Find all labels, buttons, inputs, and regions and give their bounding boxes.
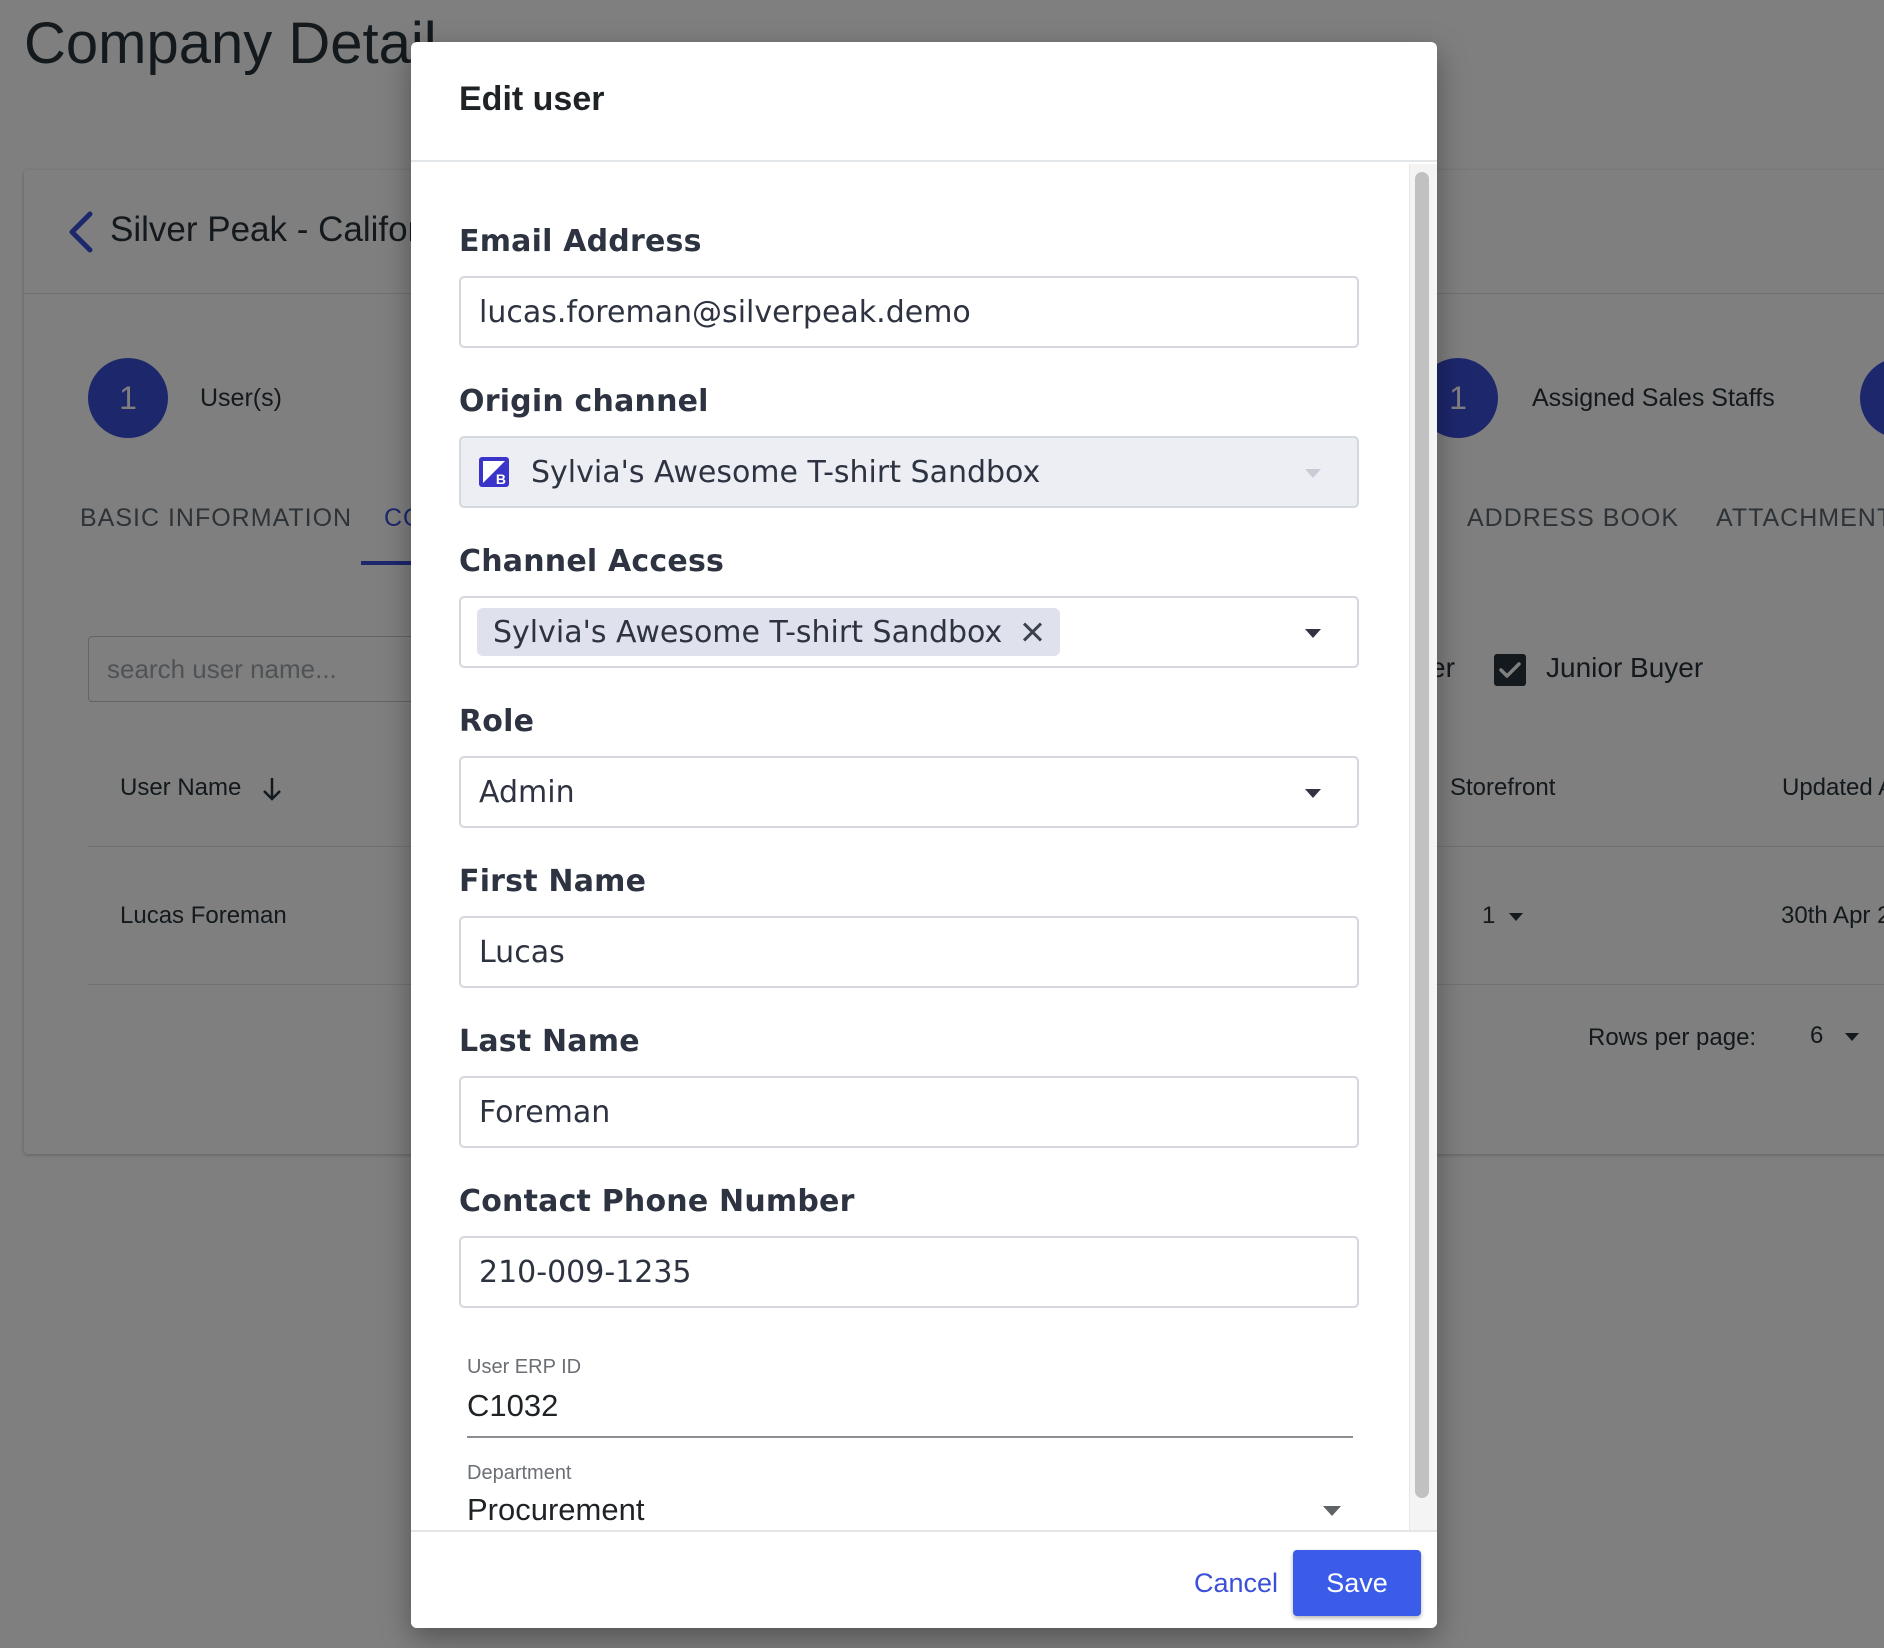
dialog-body: Email Address lucas.foreman@silverpeak.d… [411, 162, 1437, 1572]
email-label: Email Address [459, 224, 702, 259]
save-button[interactable]: Save [1293, 1550, 1421, 1616]
role-value: Admin [479, 774, 575, 810]
bigcommerce-channel-icon [479, 457, 509, 487]
chevron-down-icon [1305, 469, 1321, 478]
channel-access-label: Channel Access [459, 544, 725, 579]
chevron-down-icon[interactable] [1305, 629, 1321, 638]
origin-channel-label: Origin channel [459, 384, 709, 419]
origin-channel-value: Sylvia's Awesome T-shirt Sandbox [531, 454, 1041, 490]
dialog-header: Edit user [411, 42, 1437, 162]
chip-remove-icon[interactable] [1020, 620, 1044, 644]
channel-access-select[interactable]: Sylvia's Awesome T-shirt Sandbox [459, 596, 1359, 668]
first-name-label: First Name [459, 864, 647, 899]
email-field[interactable]: lucas.foreman@silverpeak.demo [459, 276, 1359, 348]
cancel-button[interactable]: Cancel [1171, 1550, 1301, 1616]
role-label: Role [459, 704, 535, 739]
erp-id-underline [467, 1436, 1353, 1438]
phone-label: Contact Phone Number [459, 1184, 855, 1219]
edit-user-dialog: Edit user Email Address lucas.foreman@si… [411, 42, 1437, 1628]
first-name-field[interactable]: Lucas [459, 916, 1359, 988]
dialog-title: Edit user [459, 80, 605, 118]
last-name-label: Last Name [459, 1024, 640, 1059]
department-select[interactable]: Procurement [467, 1492, 644, 1528]
dialog-footer: Cancel Save [411, 1530, 1437, 1628]
chevron-down-icon[interactable] [1323, 1506, 1341, 1516]
phone-field[interactable]: 210-009-1235 [459, 1236, 1359, 1308]
erp-id-label: User ERP ID [467, 1356, 582, 1378]
origin-channel-select: Sylvia's Awesome T-shirt Sandbox [459, 436, 1359, 508]
dialog-scrollbar-thumb[interactable] [1415, 172, 1429, 1498]
role-select[interactable]: Admin [459, 756, 1359, 828]
department-label: Department [467, 1462, 572, 1484]
erp-id-field[interactable]: C1032 [467, 1388, 558, 1424]
chip-label: Sylvia's Awesome T-shirt Sandbox [493, 614, 1003, 650]
last-name-field[interactable]: Foreman [459, 1076, 1359, 1148]
chevron-down-icon [1305, 789, 1321, 798]
channel-access-chip: Sylvia's Awesome T-shirt Sandbox [477, 608, 1061, 656]
